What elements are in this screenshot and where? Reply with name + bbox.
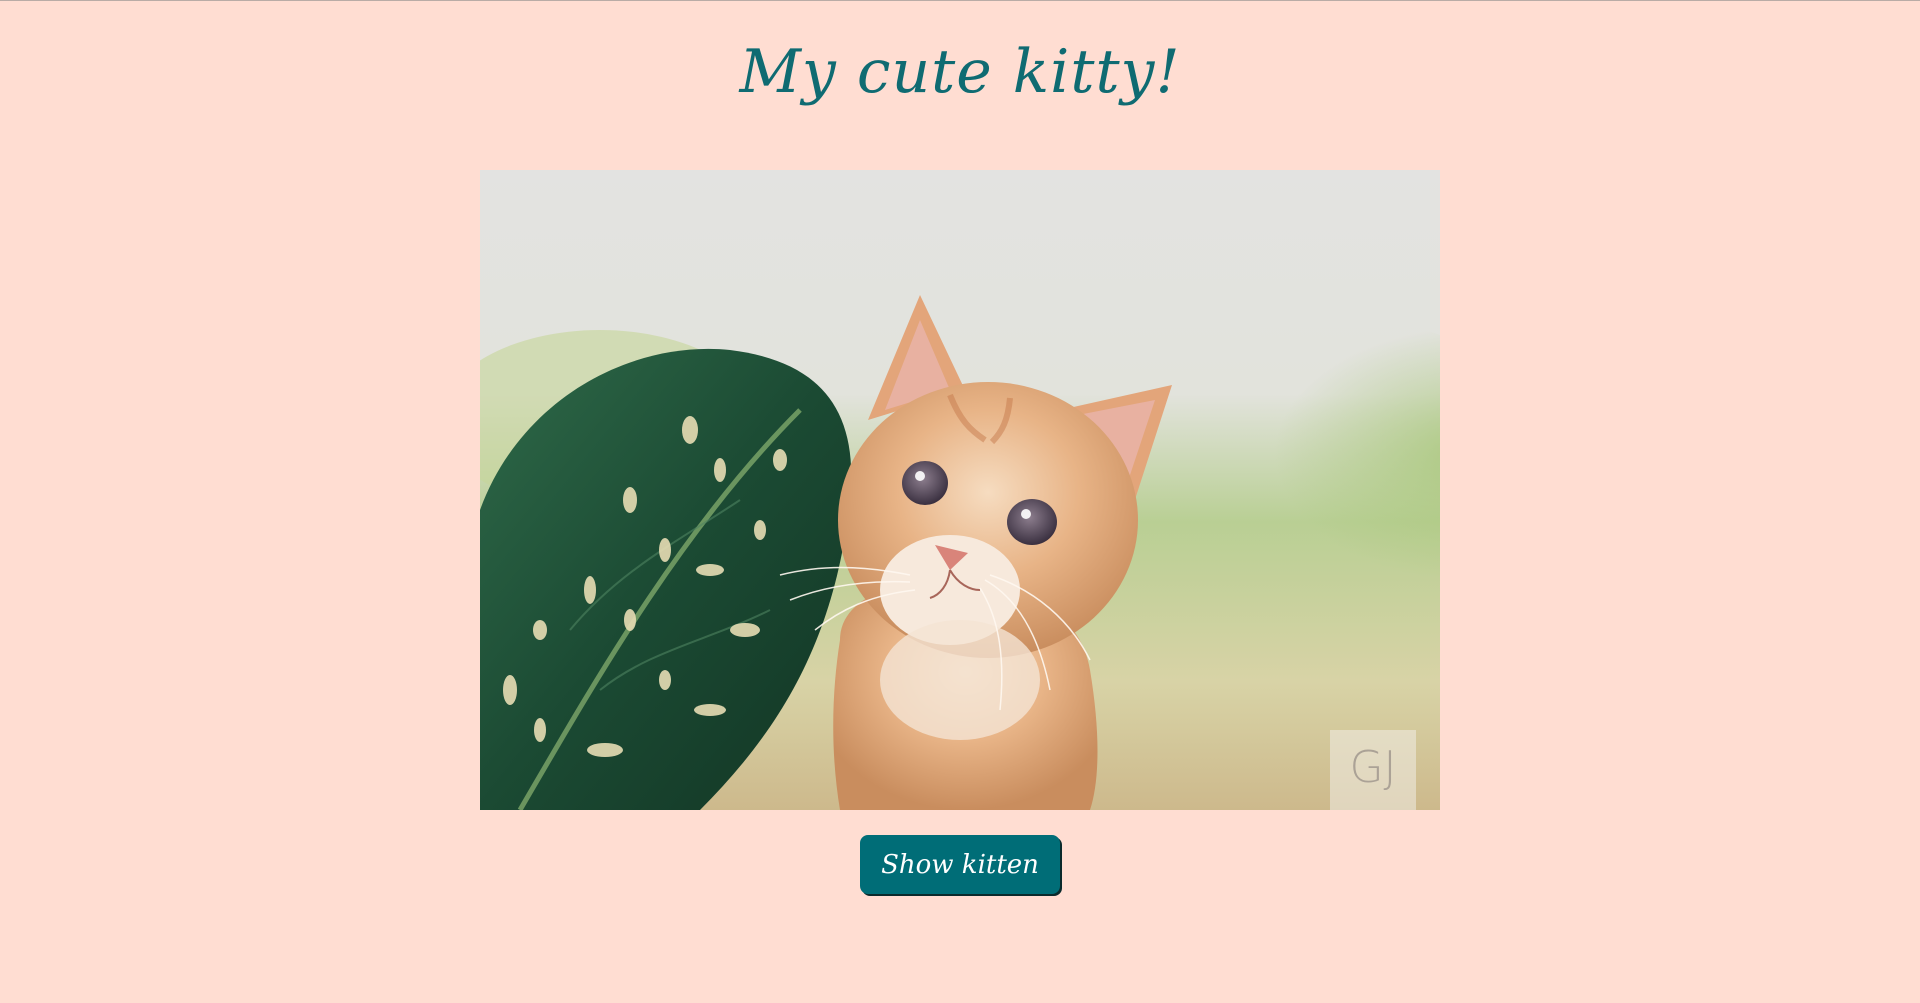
show-kitten-button[interactable]: Show kitten bbox=[860, 835, 1060, 894]
photo-watermark: GJ bbox=[1330, 730, 1416, 810]
svg-text:GJ: GJ bbox=[1349, 742, 1396, 793]
page-title: My cute kitty! bbox=[739, 37, 1181, 107]
page: My cute kitty! GJ Show kitten bbox=[0, 1, 1920, 1003]
kitten-photo: GJ bbox=[480, 170, 1440, 810]
